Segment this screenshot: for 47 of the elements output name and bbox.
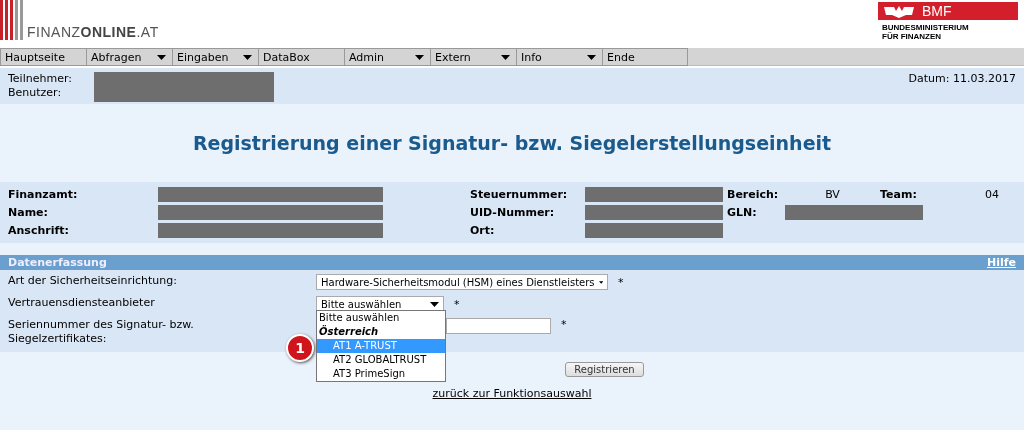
caret-icon: [430, 301, 439, 307]
field-label: Steuernummer:: [470, 188, 569, 201]
eagle-icon: [882, 4, 916, 18]
field-label: Name:: [8, 206, 49, 219]
nav-menu-item[interactable]: DataBox: [258, 48, 344, 66]
field-label: Anschrift:: [8, 224, 70, 237]
field-label: Bereich:: [727, 188, 780, 201]
logo-bars-icon: [0, 0, 23, 40]
field-label: Team:: [880, 188, 918, 201]
nav-menu-item[interactable]: Ende: [602, 48, 688, 66]
ministry-badge: BMF: [878, 2, 1018, 20]
caret-icon: [598, 279, 603, 285]
step-badge: 1: [286, 334, 314, 362]
caret-icon: [243, 54, 252, 60]
participant-label: Teilnehmer:: [8, 72, 72, 86]
nav-menu-item[interactable]: Admin: [344, 48, 430, 66]
nav-menu-item[interactable]: Hauptseite: [0, 48, 86, 66]
field-value: BV: [825, 188, 840, 201]
back-link[interactable]: zurück zur Funktionsauswahl: [432, 387, 592, 400]
required-mark: *: [561, 318, 567, 331]
field-label: Ort:: [470, 224, 496, 237]
caret-icon: [157, 54, 166, 60]
field-label: Vertrauensdiensteanbieter: [8, 296, 156, 311]
field-label: Seriennummer des Signatur- bzw. Siegelzertifikates:: [8, 318, 195, 346]
required-mark: *: [618, 275, 624, 289]
page-title: Registrierung einer Signatur- bzw. Siegelerstellungseinheit: [192, 132, 832, 154]
site-logo: FINANZONLINE.AT: [27, 24, 159, 40]
caret-icon: [587, 54, 596, 60]
nav-menu-item[interactable]: Info: [516, 48, 602, 66]
field-label: UID-Nummer:: [470, 206, 556, 219]
field-label: GLN:: [727, 206, 758, 219]
caret-icon: [501, 54, 510, 60]
section-title: Datenerfassung: [8, 256, 107, 269]
date-text: Datum: 11.03.2017: [908, 72, 1016, 87]
nav-menu-item[interactable]: Eingaben: [172, 48, 258, 66]
register-button[interactable]: Registrieren: [565, 362, 644, 377]
nav-menu-item[interactable]: Extern: [430, 48, 516, 66]
field-label: Art der Sicherheitseinrichtung:: [8, 274, 178, 289]
ministry-name: BUNDESMINISTERIUM FÜR FINANZEN: [881, 23, 970, 41]
device-select[interactable]: Hardware-Sicherheitsmodul (HSM) eines Dienstleisters: [316, 274, 608, 290]
serial-input[interactable]: [446, 318, 551, 334]
field-label: Finanzamt:: [8, 188, 79, 201]
caret-icon: [415, 54, 424, 60]
user-label: Benutzer:: [8, 86, 63, 100]
required-mark: *: [454, 297, 460, 311]
nav-menu-item[interactable]: Abfragen: [86, 48, 172, 66]
field-value: 04: [985, 188, 999, 201]
